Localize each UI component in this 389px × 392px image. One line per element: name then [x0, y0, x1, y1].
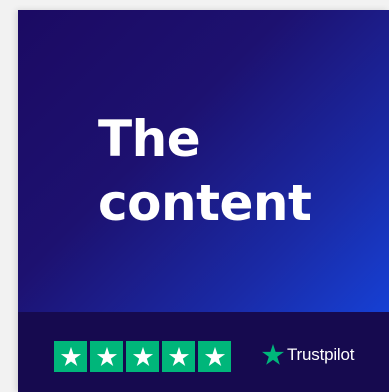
- trustpilot-wordmark: Trustpilot: [287, 345, 355, 364]
- rating-star-3: [126, 341, 159, 372]
- star-icon: [168, 346, 189, 366]
- trustpilot-star-icon: [261, 343, 285, 367]
- rating-star-1: [54, 341, 87, 372]
- content-card: The content Trustpilot: [18, 10, 389, 392]
- trustpilot-logo[interactable]: Trustpilot: [261, 342, 354, 368]
- hero-title-line-2: content: [98, 174, 312, 232]
- star-icon: [96, 346, 117, 366]
- star-icon: [204, 346, 225, 366]
- hero-title: The content: [98, 107, 312, 235]
- star-icon: [132, 346, 153, 366]
- rating-star-5: [198, 341, 231, 372]
- rating-star-2: [90, 341, 123, 372]
- rating-star-4: [162, 341, 195, 372]
- star-rating: [54, 341, 231, 372]
- hero-panel: The content: [18, 10, 389, 312]
- rating-footer: Trustpilot: [18, 312, 389, 392]
- star-icon: [60, 346, 81, 366]
- hero-title-line-1: The: [98, 110, 201, 168]
